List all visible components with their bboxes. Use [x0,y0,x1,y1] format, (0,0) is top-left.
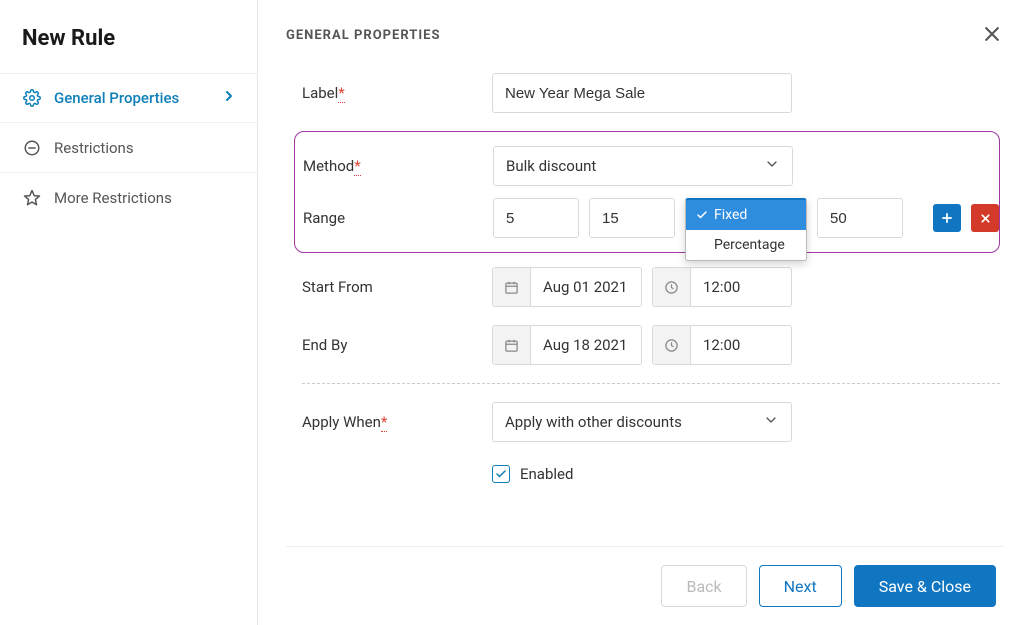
method-select-value: Bulk discount [506,157,596,175]
close-button[interactable] [978,20,1006,48]
check-icon [696,209,710,221]
range-type-dropdown: Fixed Percentage [685,198,807,261]
range-type-option-fixed[interactable]: Fixed [686,200,806,230]
minus-circle-icon [22,138,42,158]
sidebar-item-label: Restrictions [54,139,134,157]
option-label: Percentage [714,237,785,253]
apply-when-select[interactable]: Apply with other discounts [492,402,792,442]
option-label: Fixed [714,207,747,223]
save-close-button[interactable]: Save & Close [854,565,996,607]
check-icon [495,468,507,480]
apply-when-value: Apply with other discounts [505,413,682,431]
label-apply-when: Apply When* [302,413,492,431]
start-time-value: 12:00 [691,278,752,296]
divider [302,383,1000,384]
row-range: Range Fixed [295,198,999,238]
label-method: Method* [303,157,493,175]
range-type-select[interactable]: Fixed Percentage [685,198,807,238]
star-icon [22,188,42,208]
range-add-button[interactable] [933,204,961,232]
section-title: GENERAL PROPERTIES [286,28,1004,43]
sidebar: New Rule General Properties Restrictions [0,0,258,625]
plus-icon [940,211,954,225]
range-type-option-percentage[interactable]: Percentage [686,230,806,260]
calendar-icon [493,268,531,306]
end-date-input[interactable]: Aug 18 2021 [492,325,642,365]
chevron-right-icon [221,88,237,108]
start-time-input[interactable]: 12:00 [652,267,792,307]
chevron-down-icon [763,412,779,432]
end-date-value: Aug 18 2021 [531,336,639,354]
sidebar-item-general-properties[interactable]: General Properties [0,73,257,123]
clock-icon [653,326,691,364]
close-icon [982,24,1002,44]
gear-icon [22,88,42,108]
main-panel: GENERAL PROPERTIES Label* Method* Bulk d… [258,0,1024,625]
sidebar-item-restrictions[interactable]: Restrictions [0,123,257,173]
sidebar-item-more-restrictions[interactable]: More Restrictions [0,173,257,223]
range-amount-input[interactable] [817,198,903,238]
sidebar-title: New Rule [0,18,257,73]
enabled-label: Enabled [520,465,573,483]
label-input[interactable] [492,73,792,113]
x-icon [979,212,992,225]
range-to-input[interactable] [589,198,675,238]
row-method: Method* Bulk discount [295,146,999,186]
end-time-value: 12:00 [691,336,752,354]
footer: Back Next Save & Close [286,546,1004,625]
chevron-down-icon [764,156,780,176]
label-start-from: Start From [302,278,492,296]
enabled-checkbox[interactable] [492,465,510,483]
label-range: Range [303,209,493,227]
method-select[interactable]: Bulk discount [493,146,793,186]
range-delete-button[interactable] [971,204,999,232]
label-end-by: End By [302,336,492,354]
start-date-input[interactable]: Aug 01 2021 [492,267,642,307]
label-label: Label* [302,84,492,102]
start-date-value: Aug 01 2021 [531,278,639,296]
back-button[interactable]: Back [661,565,746,607]
next-button[interactable]: Next [759,565,842,607]
sidebar-item-label: General Properties [54,89,179,107]
row-start-from: Start From Aug 01 2021 12:00 [302,267,1000,307]
calendar-icon [493,326,531,364]
clock-icon [653,268,691,306]
row-apply-when: Apply When* Apply with other discounts [302,402,1000,442]
row-enabled: Enabled [302,454,1000,494]
range-from-input[interactable] [493,198,579,238]
end-time-input[interactable]: 12:00 [652,325,792,365]
sidebar-item-label: More Restrictions [54,189,172,207]
row-label: Label* [302,73,1000,113]
method-range-highlight: Method* Bulk discount Range [294,131,1000,253]
row-end-by: End By Aug 18 2021 12:00 [302,325,1000,365]
